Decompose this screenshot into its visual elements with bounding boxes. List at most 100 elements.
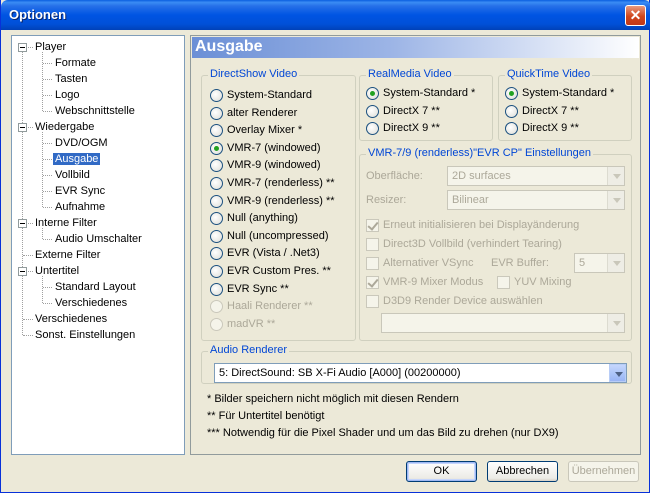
tree-line [43,143,52,144]
audio-renderer-value: 5: DirectSound: SB X-Fi Audio [A000] (00… [219,367,461,379]
radio-button [366,122,379,135]
collapse-icon[interactable] [18,219,27,228]
directshow-group-label: DirectShow Video [208,68,300,80]
tree-line [43,63,52,64]
tree-item[interactable]: Audio Umschalter [53,231,144,247]
collapse-icon[interactable] [18,43,27,52]
tree-item[interactable]: Sonst. Einstellungen [33,327,137,343]
checkbox-box [366,276,379,289]
tree-item-label: Audio Umschalter [55,233,142,245]
options-dialog: Optionen ✕ Player Formate Tasten Logo Websch… [0,0,650,493]
directshow-option-label: VMR-9 (renderless) ** [227,194,335,207]
radio-button [210,317,223,331]
tree-line [22,47,23,335]
close-button[interactable]: ✕ [625,5,646,26]
tree-item[interactable]: Verschiedenes [53,295,129,311]
radio-button [210,106,223,120]
realmedia-option-label: DirectX 7 ** [383,104,440,117]
quicktime-group-label: QuickTime Video [505,68,593,80]
cancel-button[interactable]: Abbrechen [487,461,558,482]
tree-item[interactable]: Interne Filter [33,215,99,231]
tree-line [43,95,52,96]
directshow-option-label: VMR-7 (renderless) ** [227,177,335,189]
tree-line [42,276,43,303]
radio-button [505,87,518,100]
evr-buffer-select[interactable]: 5 [574,253,625,273]
collapse-icon[interactable] [18,123,27,132]
audio-renderer-select[interactable]: 5: DirectSound: SB X-Fi Audio [A000] (00… [214,363,627,383]
d3d9-device-select[interactable] [381,313,625,333]
tree-line [43,287,52,288]
ok-button[interactable]: OK [406,461,477,482]
tree-item-label: Tasten [55,73,88,85]
checkbox-box [366,295,379,308]
directshow-option-label: EVR Sync ** [227,282,289,295]
tree-item[interactable]: Webschnittstelle [53,103,137,119]
radio-button [210,247,223,261]
tree-line [42,52,43,111]
tree-line [43,159,52,160]
tree-item[interactable]: Untertitel [33,263,81,279]
category-tree[interactable]: Player Formate Tasten Logo Webschnittstelle W… [11,35,185,455]
chevron-down-icon [607,254,624,272]
radio-button [210,89,223,102]
vmr-settings-group-label: VMR-7/9 (renderless)"EVR CP" Einstellung… [366,147,594,159]
checkbox-box [366,257,379,270]
note-3: *** Notwendig für die Pixel Shader und u… [207,427,559,439]
tree-item-label: Verschiedenes [35,313,108,325]
tree-item[interactable]: EVR Sync [53,183,107,199]
surface-label: Oberfläche: [366,170,423,182]
note-2: ** Für Untertitel benötigt [207,410,325,422]
tree-item[interactable]: Externe Filter [33,247,102,263]
tree-line [43,191,52,192]
tree-item-label: Player [35,41,67,53]
realmedia-option-label: System-Standard * [383,87,476,99]
chevron-down-icon [609,364,626,382]
tree-item[interactable]: Aufnahme [53,199,107,215]
page-title: Ausgabe [195,38,263,55]
radio-button [210,159,223,173]
collapse-icon[interactable] [18,267,27,276]
surface-select[interactable]: 2D surfaces [447,166,625,186]
tree-item[interactable]: Vollbild [53,167,92,183]
radio-button [210,300,223,314]
tree-item-label: Webschnittstelle [55,105,135,117]
tree-item[interactable]: Tasten [53,71,89,87]
tree-item-label: Ausgabe [53,153,101,165]
radio-button [210,124,223,138]
radio-button [366,104,379,118]
tree-item[interactable]: Verschiedenes [33,311,109,327]
tree-item-label: Standard Layout [55,281,136,293]
tree-line [43,79,52,80]
tree-item-label: Interne Filter [35,217,97,229]
panel-header: Ausgabe [192,37,639,58]
settings-panel: Ausgabe DirectShow Video System-Standard… [190,35,641,455]
tree-line [43,303,52,304]
tree-item[interactable]: Player [33,39,68,55]
directshow-option-label: EVR Custom Pres. ** [227,265,331,277]
radio-button [505,122,518,135]
title-bar[interactable]: Optionen ✕ [1,0,650,30]
apply-button[interactable]: Übernehmen [568,461,639,482]
tree-line [43,207,52,208]
directshow-option-label: VMR-7 (windowed) [227,141,321,154]
tree-item[interactable]: DVD/OGM [53,135,110,151]
window-title: Optionen [9,7,67,22]
realmedia-group: RealMedia Video System-Standard * DirectX… [359,68,493,141]
checkbox-box [366,219,379,232]
tree-item[interactable]: Logo [53,87,81,103]
quicktime-option-label: System-Standard * [522,87,615,99]
realmedia-group-label: RealMedia Video [366,68,454,80]
resizer-select[interactable]: Bilinear [447,190,625,210]
alt-vsync-label: Alternativer VSync [383,257,474,269]
tree-item[interactable]: Ausgabe [53,151,101,167]
checkbox-box [366,238,379,251]
tree-item[interactable]: Formate [53,55,98,71]
tree-item[interactable]: Standard Layout [53,279,138,295]
radio-button [210,177,223,190]
tree-item-label: DVD/OGM [55,137,108,149]
tree-item[interactable]: Wiedergabe [33,119,96,135]
tree-item-label: Externe Filter [35,249,101,261]
directshow-option-label: VMR-9 (windowed) [227,159,321,172]
radio-button [366,87,379,100]
